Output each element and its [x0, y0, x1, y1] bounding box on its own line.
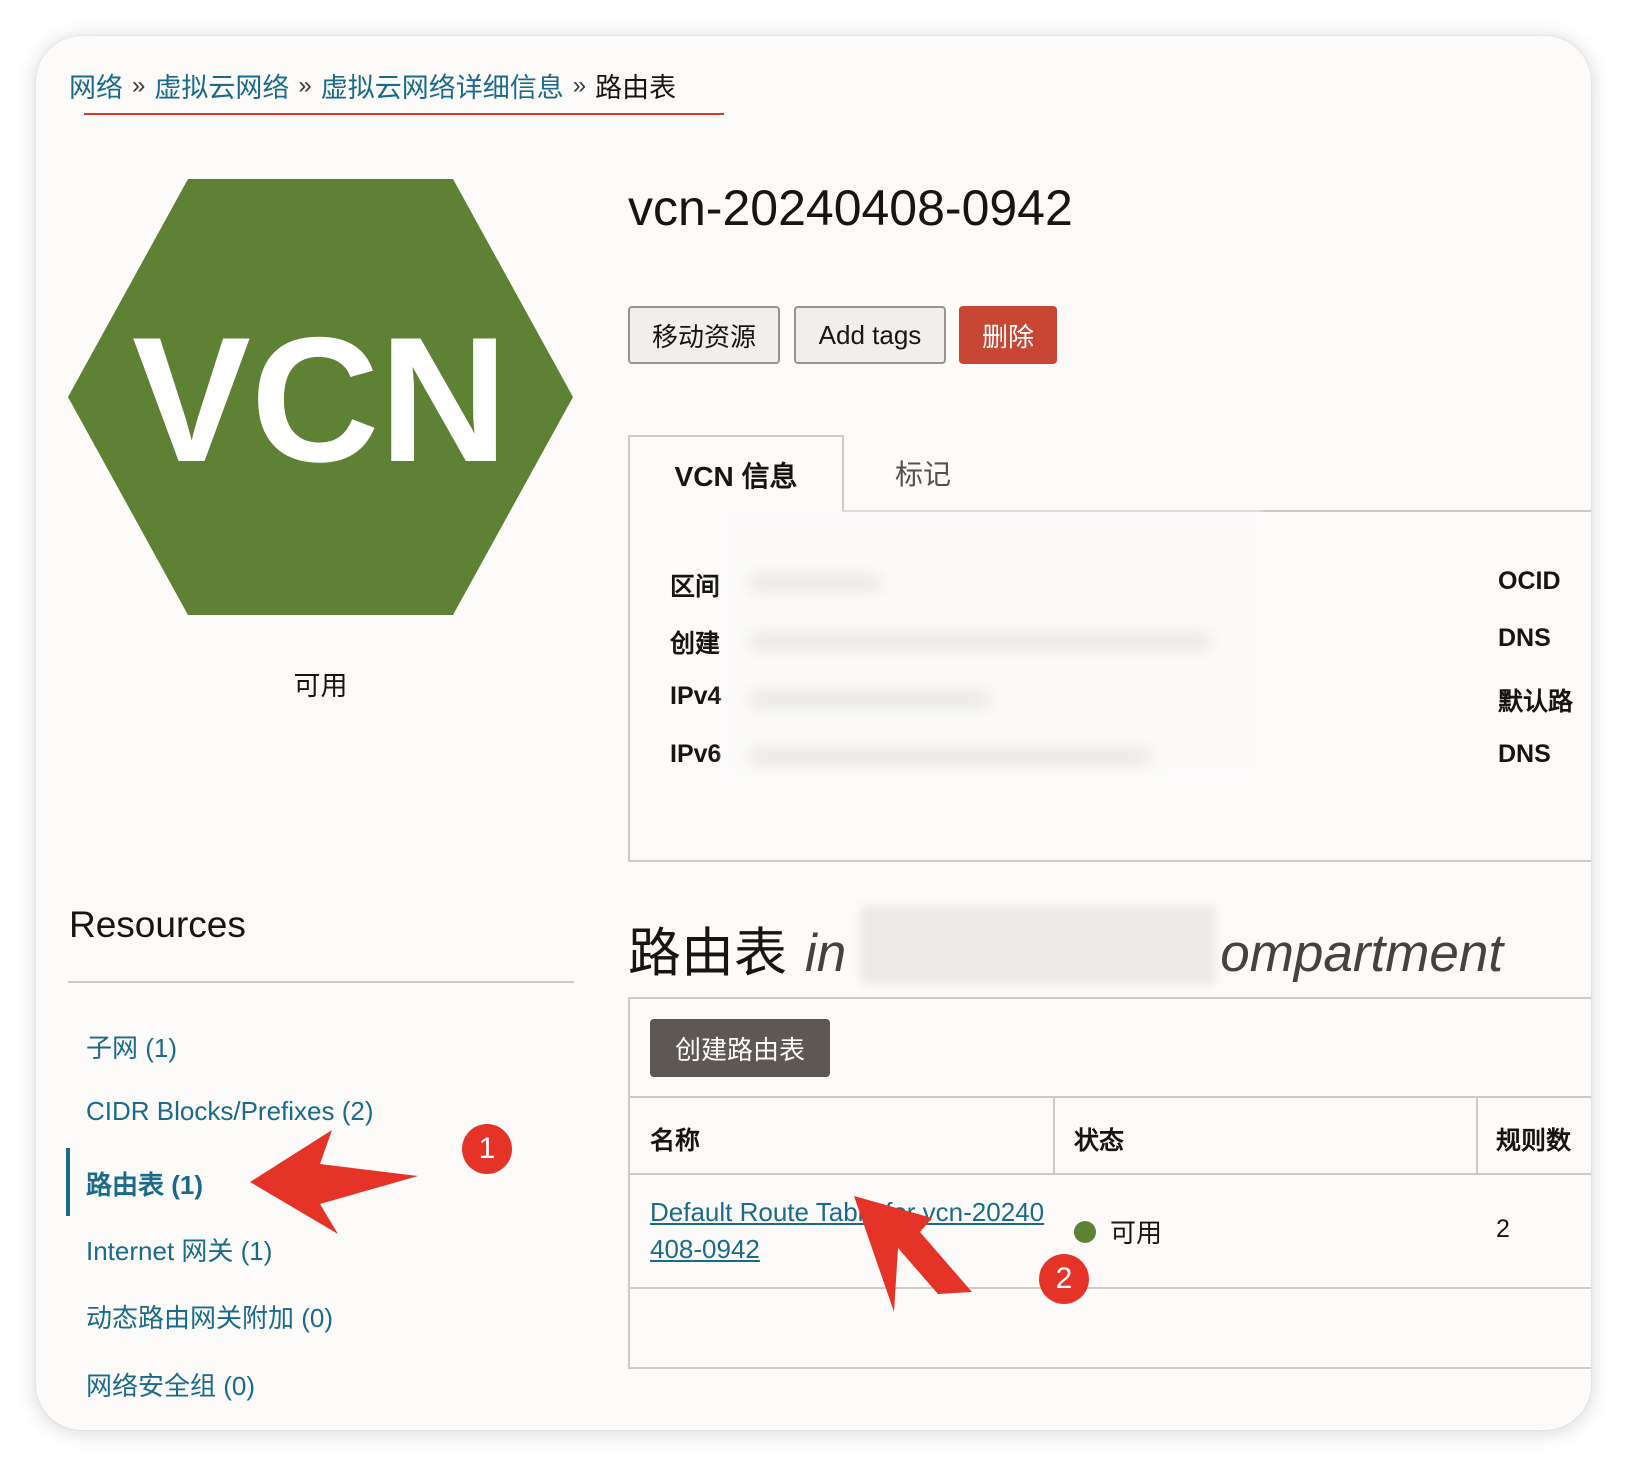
info-label-compartment: 区间 — [670, 573, 721, 601]
redacted-value — [750, 750, 1150, 764]
column-header-name[interactable]: 名称 — [650, 1121, 700, 1157]
breadcrumb-vcn-list[interactable]: 虚拟云网络 — [154, 66, 289, 105]
route-table-status: 可用 — [1074, 1213, 1162, 1250]
route-table-status-text: 可用 — [1110, 1218, 1163, 1248]
table-header-bottom-border — [630, 1173, 1591, 1175]
tab-vcn-info[interactable]: VCN 信息 — [628, 435, 844, 513]
vcn-hexagon-icon: VCN — [68, 179, 573, 615]
route-table-link[interactable]: Default Route Table for vcn-20240408-094… — [650, 1194, 1050, 1268]
annotation-badge-2: 2 — [1039, 1254, 1089, 1304]
breadcrumb-separator: » — [132, 71, 146, 99]
info-label-ipv4: IPv4 — [670, 682, 722, 710]
resource-item-cidr-blocks[interactable]: CIDR Blocks/Prefixes (2) — [86, 1096, 374, 1127]
breadcrumb-separator: » — [572, 71, 587, 99]
breadcrumb-separator: » — [298, 71, 312, 99]
info-label-ocid: OCID — [1498, 567, 1561, 595]
status-available-icon — [1074, 1220, 1096, 1243]
resources-divider — [68, 981, 574, 983]
info-label-ipv6: IPv6 — [670, 740, 722, 768]
info-label-dns-resolver: DNS — [1498, 624, 1551, 652]
vcn-badge-text: VCN — [132, 300, 508, 499]
resources-title: Resources — [69, 904, 246, 945]
vcn-info-panel: 区间 创建 IPv4 IPv6 OCID DNS 默认路 DNS — [628, 512, 1591, 862]
resources-active-indicator — [66, 1148, 70, 1216]
column-divider — [1476, 1096, 1478, 1173]
resource-item-route-tables[interactable]: 路由表 (1) — [86, 1165, 203, 1202]
route-tables-table: 创建路由表 名称 状态 规则数 Default Route Table for … — [628, 997, 1591, 1369]
page-card: 网络 » 虚拟云网络 » 虚拟云网络详细信息 » 路由表 VCN 可用 Reso… — [36, 36, 1591, 1430]
route-tables-heading: 路由表 in ompartment — [628, 891, 1503, 987]
route-tables-heading-text: 路由表 — [628, 924, 787, 983]
add-tags-button[interactable]: Add tags — [794, 306, 946, 364]
create-route-table-button[interactable]: 创建路由表 — [650, 1019, 830, 1077]
column-header-rules[interactable]: 规则数 — [1496, 1121, 1571, 1157]
resource-item-drg-attachments[interactable]: 动态路由网关附加 (0) — [86, 1298, 333, 1335]
redacted-compartment-name — [860, 905, 1217, 985]
breadcrumb-vcn-details[interactable]: 虚拟云网络详细信息 — [321, 66, 564, 105]
move-resource-button[interactable]: 移动资源 — [628, 306, 780, 364]
table-header-top-border — [630, 1096, 1591, 1098]
column-header-status[interactable]: 状态 — [1074, 1121, 1124, 1157]
breadcrumb: 网络 » 虚拟云网络 » 虚拟云网络详细信息 » 路由表 — [69, 66, 676, 105]
page-title: vcn-20240408-0942 — [628, 180, 1073, 236]
resource-item-internet-gateways[interactable]: Internet 网关 (1) — [86, 1231, 272, 1268]
delete-button[interactable]: 删除 — [959, 306, 1057, 364]
route-tables-heading-in: in — [805, 924, 847, 983]
info-label-dns-domain: DNS — [1498, 740, 1551, 768]
redacted-value — [750, 634, 1210, 648]
tab-tags[interactable]: 标记 — [858, 435, 988, 511]
breadcrumb-current: 路由表 — [595, 73, 677, 103]
route-tables-heading-compartment: ompartment — [1220, 924, 1504, 983]
breadcrumb-annotation-underline — [84, 113, 724, 115]
route-table-rules-count: 2 — [1496, 1215, 1510, 1243]
resource-status: 可用 — [293, 671, 348, 701]
annotation-badge-1: 1 — [462, 1124, 512, 1174]
breadcrumb-network[interactable]: 网络 — [69, 66, 123, 105]
redacted-value — [750, 576, 880, 590]
annotation-arrow-1-icon — [250, 1130, 418, 1234]
redacted-value — [750, 692, 990, 706]
resource-item-network-security-groups[interactable]: 网络安全组 (0) — [86, 1366, 255, 1403]
info-label-default-route: 默认路 — [1498, 688, 1574, 716]
resource-item-subnets[interactable]: 子网 (1) — [86, 1028, 177, 1065]
table-row-border — [630, 1287, 1591, 1289]
column-divider — [1053, 1096, 1055, 1173]
info-label-created: 创建 — [670, 630, 721, 658]
